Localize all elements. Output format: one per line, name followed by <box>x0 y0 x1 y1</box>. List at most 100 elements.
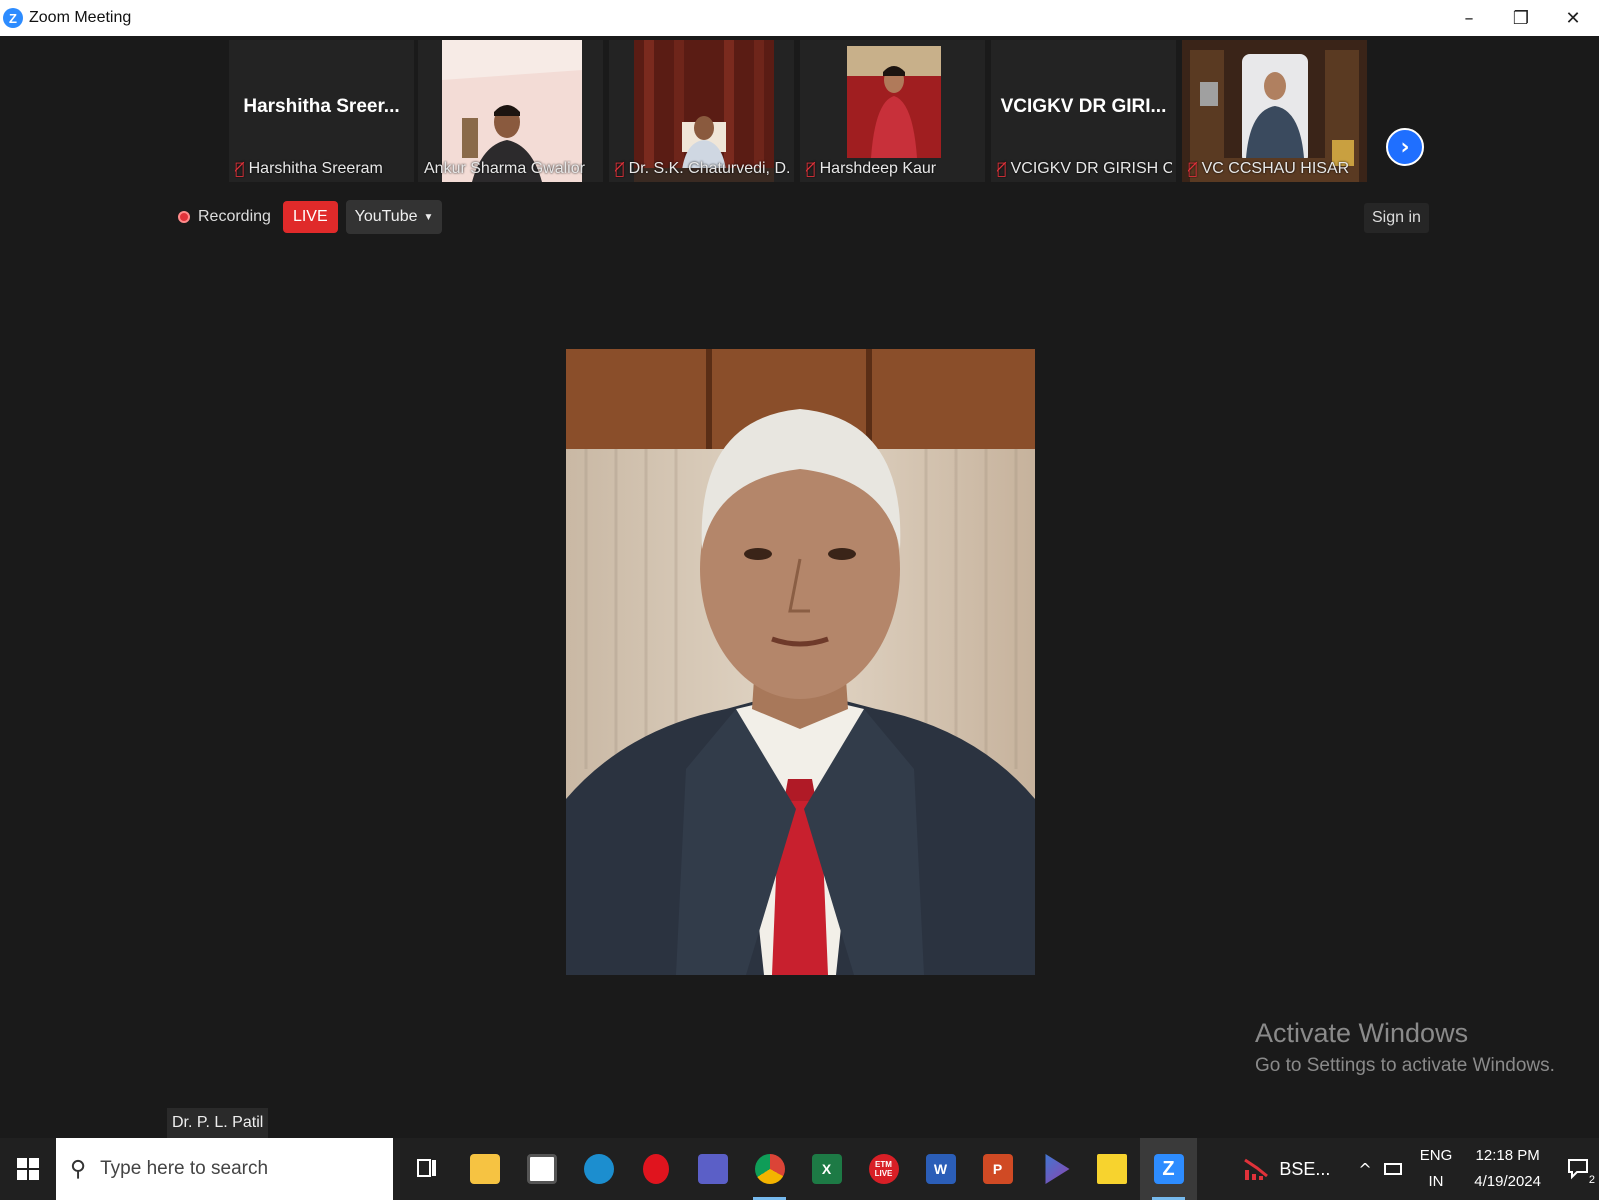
stock-label: BSE... <box>1279 1158 1331 1179</box>
activate-windows-subtitle: Go to Settings to activate Windows. <box>1255 1055 1555 1076</box>
sticky-notes-icon <box>1096 1154 1127 1184</box>
title-bar: Z Zoom Meeting – ❐ ✕ <box>0 0 1599 36</box>
notification-count: 2 <box>1588 1174 1595 1186</box>
taskbar-apps: X ETM LIVE W P Z <box>399 1138 1197 1200</box>
teams-button[interactable] <box>684 1138 741 1200</box>
participant-tile[interactable]: 🎙̸ VC CCSHAU HISAR <box>1182 40 1367 182</box>
participant-label-text: VCIGKV DR GIRISH C... <box>1010 159 1172 177</box>
chrome-button[interactable] <box>741 1138 798 1200</box>
microsoft-store-button[interactable] <box>513 1138 570 1200</box>
participant-label: 🎙̸ Harshdeep Kaur <box>806 159 981 178</box>
participant-tile[interactable]: 🎙̸ Dr. S.K. Chaturvedi, D... <box>609 40 794 182</box>
caret-down-icon: ▼ <box>423 211 434 223</box>
teams-icon <box>697 1154 728 1184</box>
restore-button[interactable]: ❐ <box>1495 0 1547 36</box>
mic-muted-icon: 🎙̸ <box>997 159 1007 178</box>
word-button[interactable]: W <box>912 1138 969 1200</box>
participant-strip: Harshitha Sreer... 🎙̸ Harshitha Sreeram … <box>0 40 1599 182</box>
zoom-icon: Z <box>1153 1154 1184 1184</box>
participant-label-text: Ankur Sharma Gwalior <box>424 160 585 177</box>
clock-date: 4/19/2024 <box>1474 1173 1541 1190</box>
zoom-taskbar-button[interactable]: Z <box>1140 1138 1197 1200</box>
file-explorer-icon <box>469 1154 500 1184</box>
participant-video-frame <box>847 46 941 158</box>
search-placeholder: Type here to search <box>100 1158 269 1179</box>
etm-live-button[interactable]: ETM LIVE <box>855 1138 912 1200</box>
active-speaker-name: Dr. P. L. Patil <box>167 1108 269 1138</box>
notification-center-button[interactable]: 2 <box>1559 1138 1599 1200</box>
close-button[interactable]: ✕ <box>1547 0 1599 36</box>
participant-name-large: Harshitha Sreer... <box>243 96 400 117</box>
stream-target-dropdown[interactable]: YouTube ▼ <box>345 200 443 234</box>
participant-name-large: VCIGKV DR GIRI... <box>1000 96 1167 117</box>
sign-in-button[interactable]: Sign in <box>1364 203 1429 233</box>
stock-down-icon <box>1244 1158 1269 1180</box>
system-tray: BSE... ^ ENG IN 12:18 PM 4/19/2024 2 <box>1243 1138 1599 1200</box>
recording-label[interactable]: Recording <box>198 208 271 226</box>
etm-live-icon: ETM LIVE <box>868 1154 899 1184</box>
powerpoint-icon: P <box>982 1154 1013 1184</box>
participant-label: 🎙̸ VC CCSHAU HISAR <box>1188 159 1363 178</box>
opera-icon <box>642 1154 669 1184</box>
participant-label: 🎙̸ VCIGKV DR GIRISH C... <box>997 159 1172 178</box>
minimize-button[interactable]: – <box>1443 0 1495 36</box>
participant-tile[interactable]: Ankur Sharma Gwalior <box>418 40 603 182</box>
participant-video <box>847 46 941 158</box>
window-controls: – ❐ ✕ <box>1443 0 1599 36</box>
region-code: IN <box>1428 1173 1444 1190</box>
chrome-icon <box>754 1154 785 1184</box>
recording-icon <box>178 211 190 223</box>
notification-icon <box>1568 1159 1588 1180</box>
participant-label-text: Dr. S.K. Chaturvedi, D... <box>628 159 790 177</box>
task-view-icon <box>416 1159 436 1177</box>
opera-button[interactable] <box>627 1138 684 1200</box>
participant-label-text: Harshitha Sreeram <box>248 159 383 177</box>
windows-logo-icon <box>17 1158 39 1180</box>
stock-widget[interactable]: BSE... <box>1243 1156 1330 1182</box>
clock[interactable]: 12:18 PM 4/19/2024 <box>1474 1143 1541 1195</box>
participant-tile[interactable]: 🎙̸ Harshdeep Kaur <box>800 40 985 182</box>
search-icon: ⚲ <box>70 1156 87 1182</box>
activate-windows-title: Activate Windows <box>1255 1018 1469 1048</box>
edge-button[interactable] <box>570 1138 627 1200</box>
video-player-icon <box>1045 1154 1070 1184</box>
activate-windows-watermark: Activate Windows Go to Settings to activ… <box>1255 1018 1555 1077</box>
next-page-arrow-icon[interactable]: › <box>1386 128 1424 166</box>
language-code: ENG <box>1419 1147 1453 1164</box>
stream-target-label: YouTube <box>354 208 418 225</box>
mic-muted-icon: 🎙̸ <box>235 159 245 178</box>
participant-label: 🎙̸ Harshitha Sreeram <box>235 159 410 178</box>
participant-label-text: Harshdeep Kaur <box>819 159 937 177</box>
sticky-notes-button[interactable] <box>1083 1138 1140 1200</box>
edge-icon <box>583 1154 614 1184</box>
input-language[interactable]: ENG IN <box>1420 1143 1453 1195</box>
mic-muted-icon: 🎙̸ <box>806 159 816 178</box>
clock-time: 12:18 PM <box>1475 1147 1540 1164</box>
video-player-button[interactable] <box>1026 1138 1083 1200</box>
active-speaker-video <box>566 349 1035 975</box>
active-speaker-frame <box>566 349 1035 975</box>
excel-icon: X <box>811 1154 842 1184</box>
mic-muted-icon: 🎙̸ <box>1188 159 1198 178</box>
mic-muted-icon: 🎙̸ <box>615 159 625 178</box>
file-explorer-button[interactable] <box>456 1138 513 1200</box>
battery-icon[interactable] <box>1383 1163 1402 1175</box>
taskbar: ⚲ Type here to search X ETM LIVE W P Z B… <box>0 1138 1599 1200</box>
participant-label: Ankur Sharma Gwalior <box>424 160 599 178</box>
live-badge[interactable]: LIVE <box>282 201 338 233</box>
start-button[interactable] <box>0 1138 56 1200</box>
excel-button[interactable]: X <box>798 1138 855 1200</box>
window-title: Zoom Meeting <box>29 9 132 26</box>
participant-tile[interactable]: VCIGKV DR GIRI... 🎙̸ VCIGKV DR GIRISH C.… <box>991 40 1176 182</box>
show-hidden-icons-icon[interactable]: ^ <box>1358 1160 1371 1179</box>
word-icon: W <box>925 1154 956 1184</box>
taskbar-search-box[interactable]: ⚲ Type here to search <box>56 1138 393 1200</box>
microsoft-store-icon <box>526 1154 557 1184</box>
participant-label: 🎙̸ Dr. S.K. Chaturvedi, D... <box>615 159 790 178</box>
powerpoint-button[interactable]: P <box>969 1138 1026 1200</box>
participant-tile[interactable]: Harshitha Sreer... 🎙̸ Harshitha Sreeram <box>229 40 414 182</box>
task-view-button[interactable] <box>399 1138 456 1200</box>
participant-label-text: VC CCSHAU HISAR <box>1201 159 1350 177</box>
zoom-app-icon: Z <box>3 8 23 28</box>
meeting-status-bar: Recording LIVE YouTube ▼ <box>178 200 443 234</box>
